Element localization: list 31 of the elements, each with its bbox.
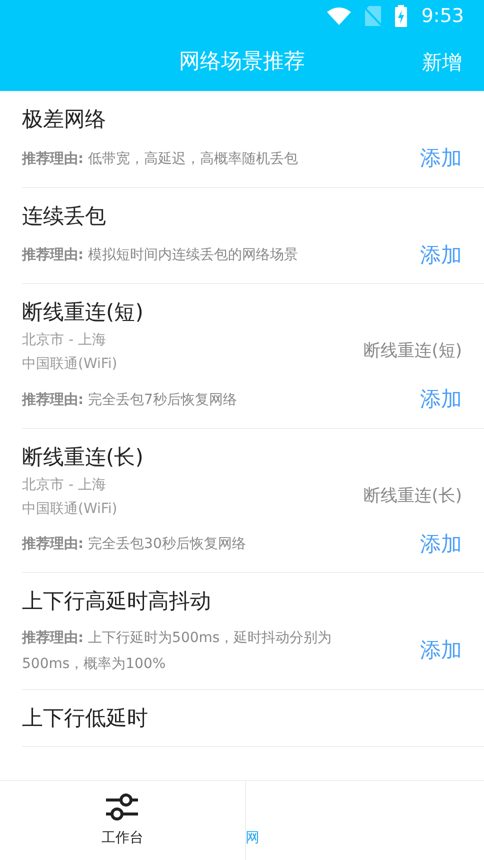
carrier-text: 中国联通(WiFi)	[22, 500, 118, 518]
reason-text: 推荐理由: 低带宽，高延迟，高概率随机丢包	[22, 150, 298, 169]
route-text: 北京市 - 上海	[22, 476, 107, 494]
scene-title: 上下行低延时	[22, 705, 149, 732]
no-sim-icon	[365, 6, 382, 26]
nav-tab[interactable]: 网	[244, 781, 484, 860]
add-button[interactable]: 添加	[420, 384, 462, 416]
add-new-button[interactable]: 新增	[422, 46, 462, 76]
add-button[interactable]: 添加	[420, 240, 462, 271]
wifi-icon	[327, 7, 352, 25]
route-text: 北京市 - 上海	[22, 331, 107, 350]
reason-text: 推荐理由: 模拟短时间内连续丢包的网络场景	[22, 246, 298, 266]
reason-text: 推荐理由: 完全丢包30秒后恢复网络	[22, 535, 246, 554]
reason-text: 推荐理由: 上下行延时为500ms，延时抖动分别为500ms，概率为100%	[22, 629, 333, 674]
scene-type-label: 断线重连(长)	[364, 484, 462, 508]
status-time: 9:53	[421, 4, 464, 29]
scene-title: 断线重连(长)	[22, 444, 144, 470]
add-button[interactable]: 添加	[420, 528, 462, 560]
carrier-text: 中国联通(WiFi)	[22, 355, 118, 374]
battery-charging-icon	[395, 5, 408, 27]
sliders-icon	[105, 792, 140, 822]
scene-type-label: 断线重连(短)	[364, 340, 462, 364]
page-title: 网络场景推荐	[179, 48, 305, 75]
reason-text: 推荐理由: 完全丢包7秒后恢复网络	[22, 390, 237, 410]
scene-title: 极差网络	[22, 106, 107, 133]
scene-title: 断线重连(短)	[22, 299, 144, 326]
add-button[interactable]: 添加	[420, 143, 462, 174]
scene-title: 上下行高延时高抖动	[22, 588, 212, 615]
nav-tab[interactable]: 工作台	[0, 781, 244, 860]
add-button[interactable]: 添加	[420, 635, 462, 667]
scene-title: 连续丢包	[22, 202, 107, 230]
